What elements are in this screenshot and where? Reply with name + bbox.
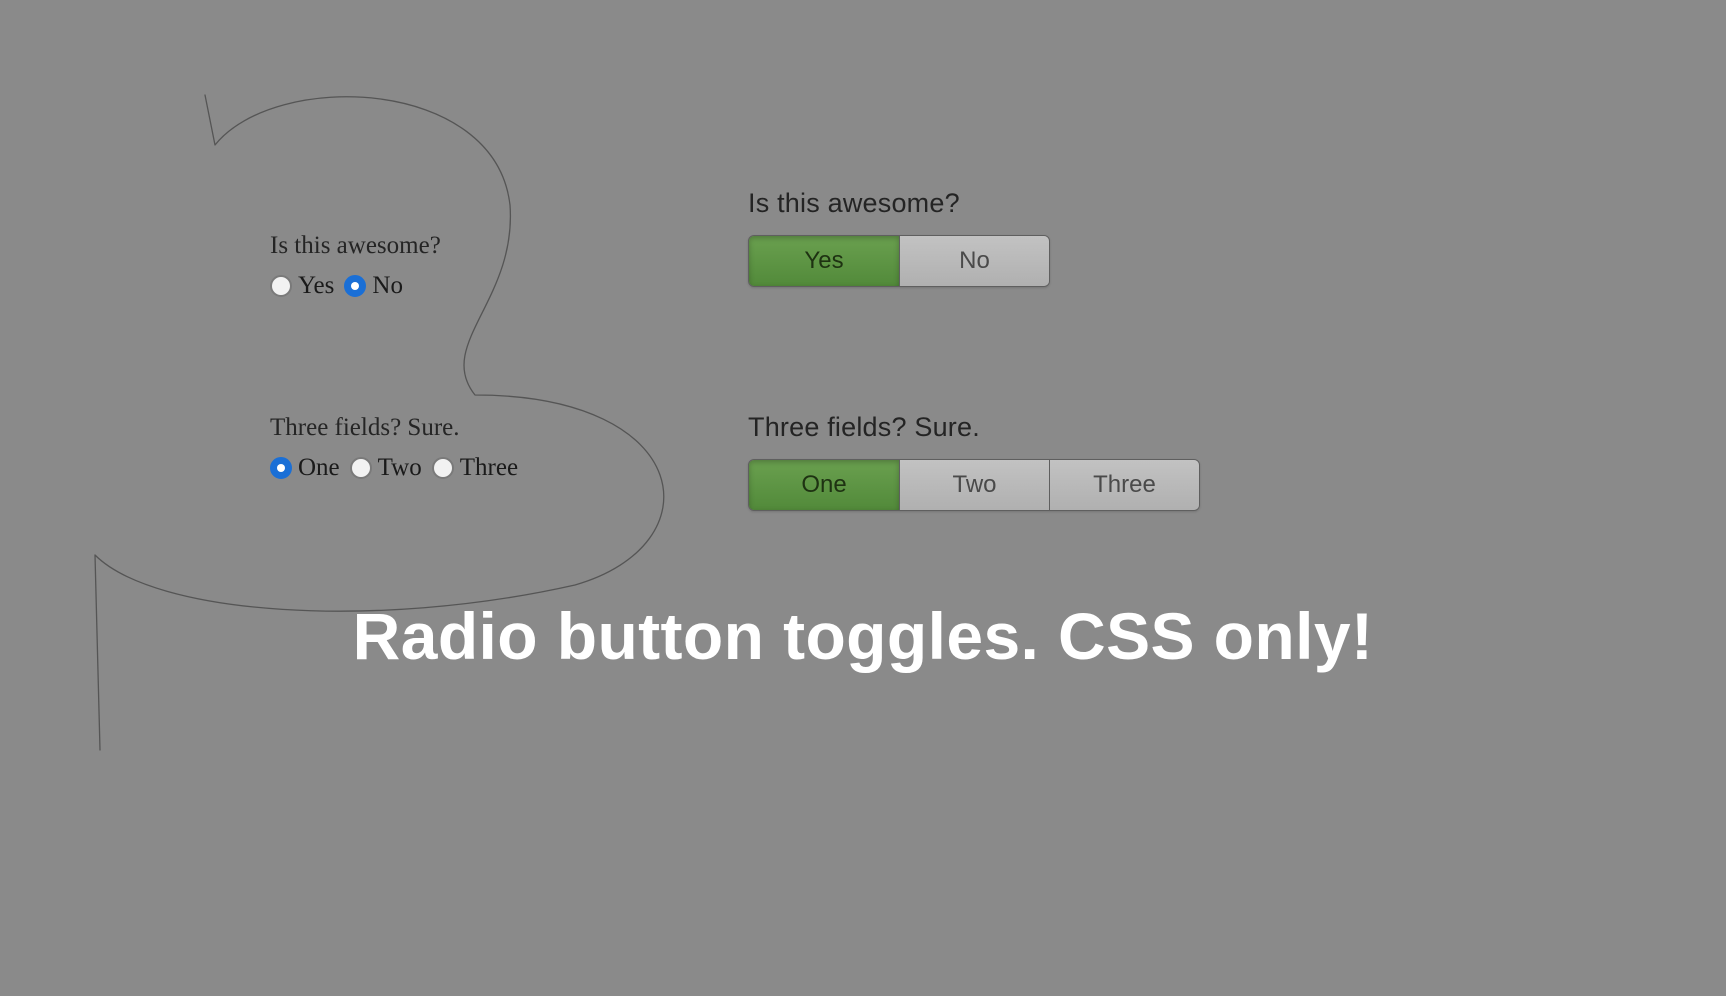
radio-option-label: One	[298, 454, 340, 482]
toggle-group-three: Three fields? Sure. One Two Three	[748, 412, 1200, 511]
toggle-option-label: Yes	[804, 247, 843, 275]
toggle-buttons: One Two Three	[748, 459, 1200, 511]
radio-icon	[344, 275, 366, 297]
toggle-option-yes[interactable]: Yes	[749, 236, 899, 286]
toggle-option-label: Two	[952, 471, 996, 499]
group-label: Is this awesome?	[270, 232, 441, 260]
radio-row: One Two Three	[270, 454, 518, 482]
radio-option-label: No	[372, 272, 403, 300]
radio-option-three[interactable]: Three	[432, 454, 518, 482]
group-label: Three fields? Sure.	[270, 414, 518, 442]
radio-option-yes[interactable]: Yes	[270, 272, 334, 300]
radio-row: Yes No	[270, 272, 441, 300]
radio-option-two[interactable]: Two	[350, 454, 422, 482]
radio-option-label: Two	[378, 454, 422, 482]
radio-icon	[270, 275, 292, 297]
toggle-buttons: Yes No	[748, 235, 1050, 287]
native-radio-group-awesome: Is this awesome? Yes No	[270, 232, 441, 300]
group-label: Three fields? Sure.	[748, 412, 1200, 443]
toggle-option-three[interactable]: Three	[1049, 460, 1199, 510]
toggle-option-label: No	[959, 247, 990, 275]
radio-option-label: Three	[460, 454, 518, 482]
stage: Is this awesome? Yes No Three fields? Su…	[0, 0, 1726, 996]
toggle-option-two[interactable]: Two	[899, 460, 1049, 510]
toggle-option-label: One	[801, 471, 846, 499]
radio-icon	[350, 457, 372, 479]
toggle-option-one[interactable]: One	[749, 460, 899, 510]
toggle-option-label: Three	[1093, 471, 1156, 499]
group-label: Is this awesome?	[748, 188, 1050, 219]
radio-option-label: Yes	[298, 272, 334, 300]
radio-icon	[270, 457, 292, 479]
page-title: Radio button toggles. CSS only!	[0, 598, 1726, 674]
toggle-option-no[interactable]: No	[899, 236, 1049, 286]
radio-option-no[interactable]: No	[344, 272, 403, 300]
radio-icon	[432, 457, 454, 479]
native-radio-group-three: Three fields? Sure. One Two Three	[270, 414, 518, 482]
toggle-group-awesome: Is this awesome? Yes No	[748, 188, 1050, 287]
radio-option-one[interactable]: One	[270, 454, 340, 482]
